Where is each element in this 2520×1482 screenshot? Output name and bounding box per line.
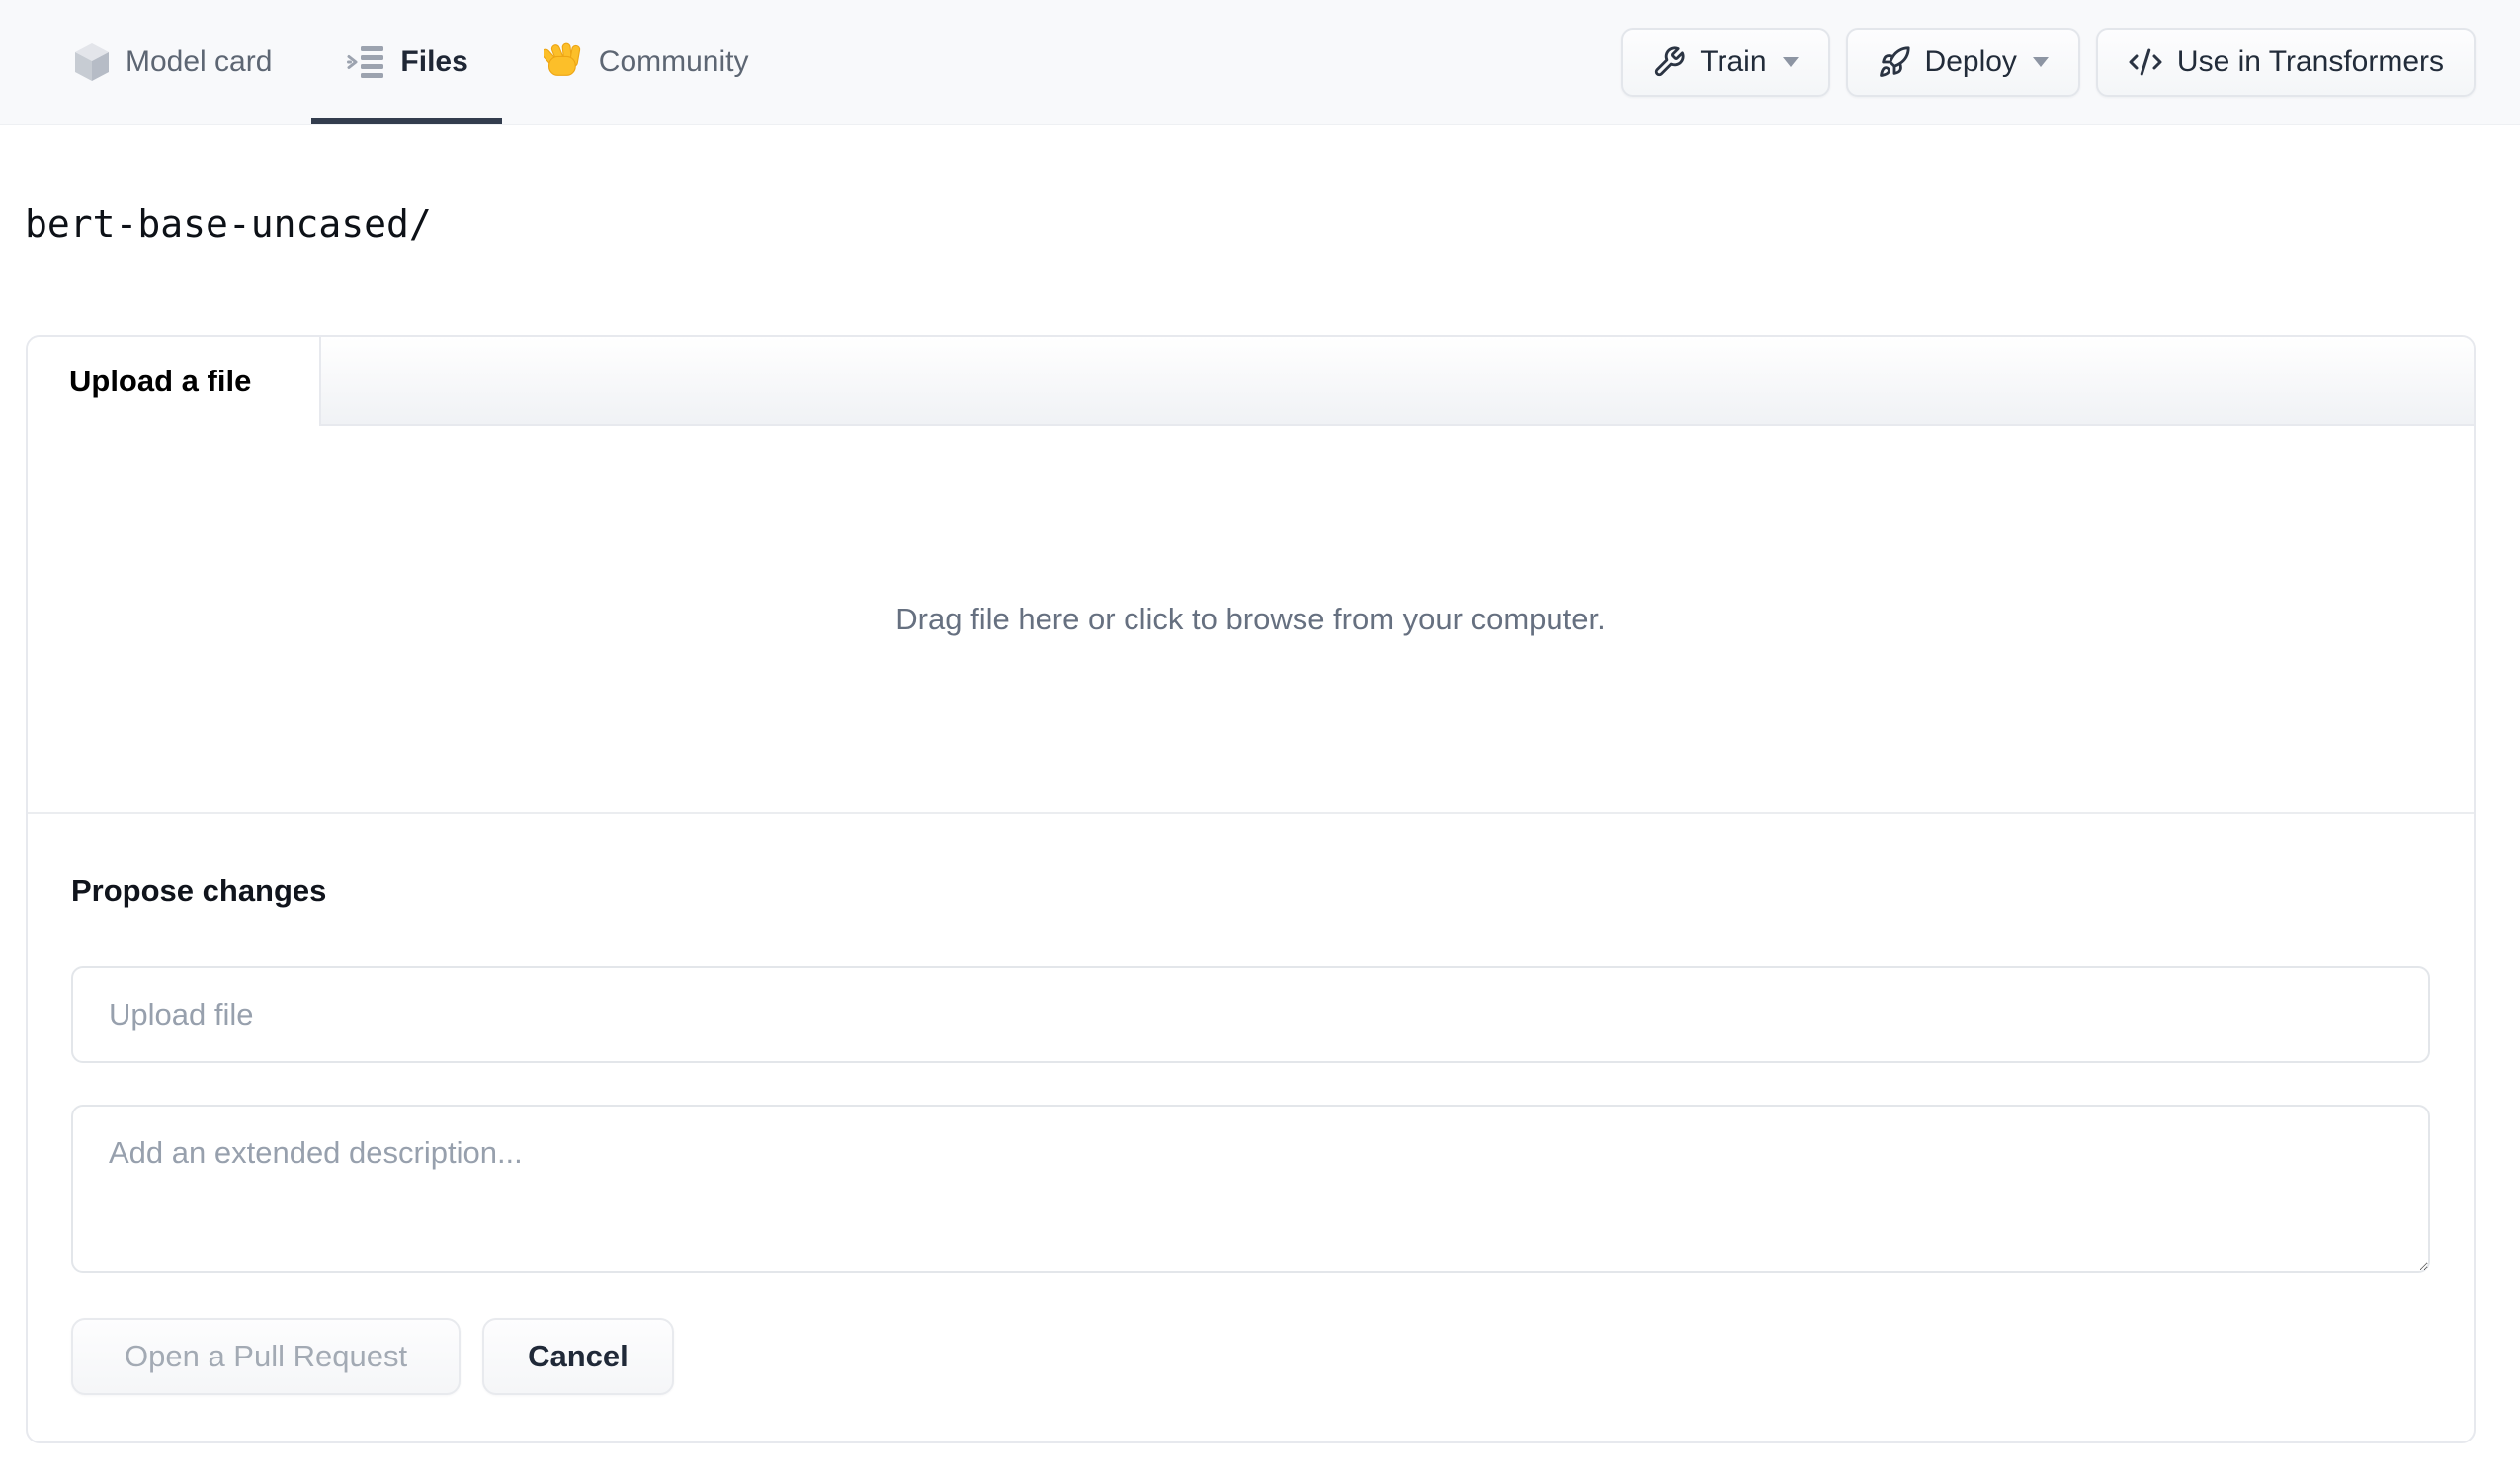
deploy-button[interactable]: Deploy	[1845, 27, 2080, 97]
propose-changes-section: Propose changes Open a Pull Request Canc…	[28, 814, 2474, 1395]
propose-actions-row: Open a Pull Request Cancel	[71, 1318, 2430, 1395]
upload-card: Upload a file Drag file here or click to…	[26, 335, 2476, 1443]
open-pull-request-button[interactable]: Open a Pull Request	[71, 1318, 462, 1395]
tab-files[interactable]: Files	[311, 0, 503, 124]
tab-files-label: Files	[400, 44, 468, 78]
wrench-icon	[1652, 45, 1686, 79]
tab-community[interactable]: Community	[543, 0, 749, 124]
train-button-label: Train	[1700, 44, 1767, 78]
propose-changes-heading: Propose changes	[71, 873, 327, 908]
tab-model-card[interactable]: Model card	[74, 0, 272, 124]
repo-header: Model card Files Community Train Deploy …	[0, 0, 2520, 125]
cancel-button[interactable]: Cancel	[482, 1318, 674, 1395]
chevron-down-icon	[2032, 56, 2049, 67]
chevron-down-icon	[1782, 56, 1799, 67]
rocket-icon	[1878, 45, 1911, 79]
tabbar-filler	[321, 337, 2474, 426]
repo-tab-nav: Model card Files Community	[74, 0, 748, 124]
repo-action-buttons: Train Deploy Use in Transformers	[1621, 0, 2476, 124]
use-in-transformers-label: Use in Transformers	[2176, 44, 2444, 78]
tab-community-label: Community	[598, 44, 749, 78]
cube-icon	[74, 42, 110, 82]
code-icon	[2128, 44, 2163, 80]
upload-filename-input[interactable]	[71, 966, 2430, 1063]
breadcrumb[interactable]: bert-base-uncased/	[25, 203, 2520, 246]
train-button[interactable]: Train	[1621, 27, 1830, 97]
tab-model-card-label: Model card	[126, 44, 273, 78]
dropzone-hint-text: Drag file here or click to browse from y…	[895, 601, 1606, 636]
files-list-icon	[347, 45, 384, 79]
waving-hand-icon	[543, 42, 583, 82]
use-in-transformers-button[interactable]: Use in Transformers	[2095, 27, 2476, 97]
deploy-button-label: Deploy	[1924, 44, 2017, 78]
extended-description-textarea[interactable]	[71, 1105, 2430, 1273]
tab-upload-a-file[interactable]: Upload a file	[28, 337, 321, 426]
upload-card-tabbar: Upload a file	[28, 337, 2474, 426]
file-dropzone[interactable]: Drag file here or click to browse from y…	[28, 426, 2474, 814]
